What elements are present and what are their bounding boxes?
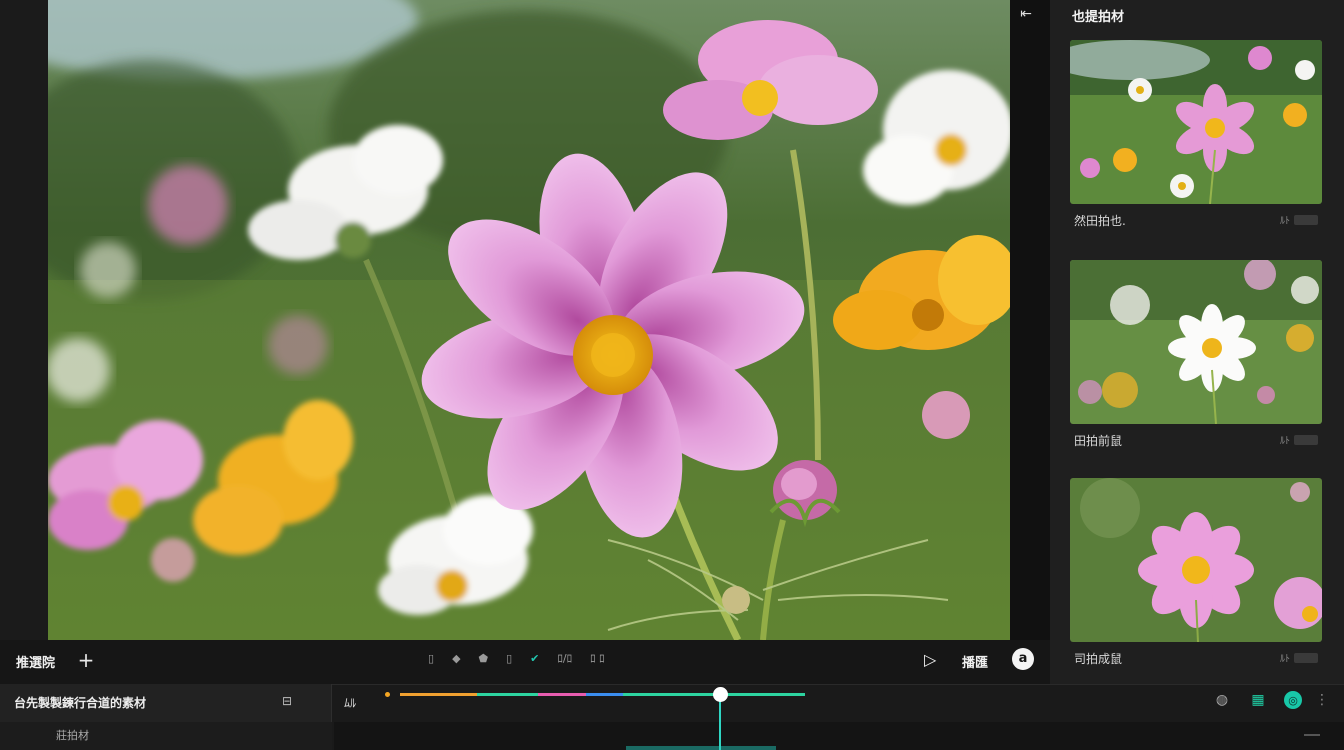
panel-divider xyxy=(1010,0,1050,640)
preview-image xyxy=(48,0,1010,640)
grid-icon[interactable]: ▦ xyxy=(1248,690,1268,710)
asset-card-meta-text: ﾙﾄ xyxy=(1280,216,1290,227)
track-label: ﾑﾙ xyxy=(344,696,357,710)
asset-card-meta-bar xyxy=(1294,434,1318,445)
thumbnail-image xyxy=(1070,40,1322,204)
toolbar-tools: ▯ ◆ ⬟ ▯ ✔ ﾛ/ﾛ ﾛ ﾛ xyxy=(428,652,605,666)
playhead-handle[interactable] xyxy=(713,687,728,702)
playhead-line xyxy=(719,700,721,750)
tool-button[interactable]: ⬟ xyxy=(479,652,489,666)
asset-thumbnail[interactable] xyxy=(1070,40,1322,204)
more-icon[interactable]: ⋮ xyxy=(1315,690,1329,710)
export-button[interactable]: 播匯 xyxy=(962,652,988,671)
track-strip[interactable] xyxy=(334,722,1344,750)
app-logo-icon[interactable]: a xyxy=(1012,648,1034,670)
timeline-segment xyxy=(476,693,538,696)
timeline-segment xyxy=(537,693,587,696)
asset-card[interactable]: 司拍成鼠 ﾙﾄ xyxy=(1070,478,1322,674)
track-dash xyxy=(1304,734,1320,736)
thumbnail-image xyxy=(1070,478,1322,642)
tool-button[interactable]: ﾛ/ﾛ xyxy=(557,652,572,666)
video-preview[interactable] xyxy=(48,0,1010,640)
asset-thumbnail[interactable] xyxy=(1070,260,1322,424)
timeline-subrow xyxy=(0,722,332,750)
asset-card-meta: ﾙﾄ xyxy=(1280,650,1318,665)
toolbar-label: 推選院 xyxy=(16,656,56,671)
panel-toggle-icon[interactable]: ⊟ xyxy=(282,694,292,708)
add-icon[interactable]: + xyxy=(76,648,96,672)
timeline-segment xyxy=(586,693,623,696)
palette-icon[interactable]: ◍ xyxy=(1212,690,1232,710)
asset-card[interactable]: 然田拍也. ﾙﾄ xyxy=(1070,40,1322,236)
asset-card-meta-bar xyxy=(1294,652,1318,663)
timeline-marker xyxy=(385,692,390,697)
asset-thumbnail[interactable] xyxy=(1070,478,1322,642)
timeline-subtitle: 莊拍材 xyxy=(56,729,89,742)
check-icon[interactable]: ✔ xyxy=(530,652,539,666)
asset-card-label: 司拍成鼠 xyxy=(1074,652,1123,666)
timeline-bar[interactable] xyxy=(400,693,805,696)
tool-button[interactable]: ▯ xyxy=(506,652,512,666)
asset-card-meta-text: ﾙﾄ xyxy=(1280,436,1290,447)
asset-panel-title: 也提拍材 xyxy=(1072,10,1125,25)
timeline-segment xyxy=(400,693,477,696)
left-rail xyxy=(0,0,48,640)
circle-icon[interactable]: ◎ xyxy=(1284,691,1302,709)
collapse-icon[interactable]: ⇤ xyxy=(1016,4,1036,24)
tool-button[interactable]: ◆ xyxy=(452,652,460,666)
tool-button[interactable]: ▯ xyxy=(428,652,434,666)
thumbnail-image xyxy=(1070,260,1322,424)
asset-card-meta-bar xyxy=(1294,214,1318,225)
track-clip[interactable] xyxy=(626,746,776,750)
asset-card-meta: ﾙﾄ xyxy=(1280,212,1318,227)
asset-card[interactable]: 田拍前鼠 ﾙﾄ xyxy=(1070,260,1322,456)
play-icon[interactable]: ▷ xyxy=(924,650,936,669)
timeline-title: 台先製製鍊行合道的素材 xyxy=(14,696,147,710)
tool-button[interactable]: ﾛ ﾛ xyxy=(590,652,605,666)
bottom-right-icons: ◍ ▦ ◎ ⋮ xyxy=(1212,690,1329,710)
asset-card-meta: ﾙﾄ xyxy=(1280,432,1318,447)
asset-card-label: 然田拍也. xyxy=(1074,214,1126,228)
asset-card-meta-text: ﾙﾄ xyxy=(1280,654,1290,665)
asset-card-label: 田拍前鼠 xyxy=(1074,434,1123,448)
